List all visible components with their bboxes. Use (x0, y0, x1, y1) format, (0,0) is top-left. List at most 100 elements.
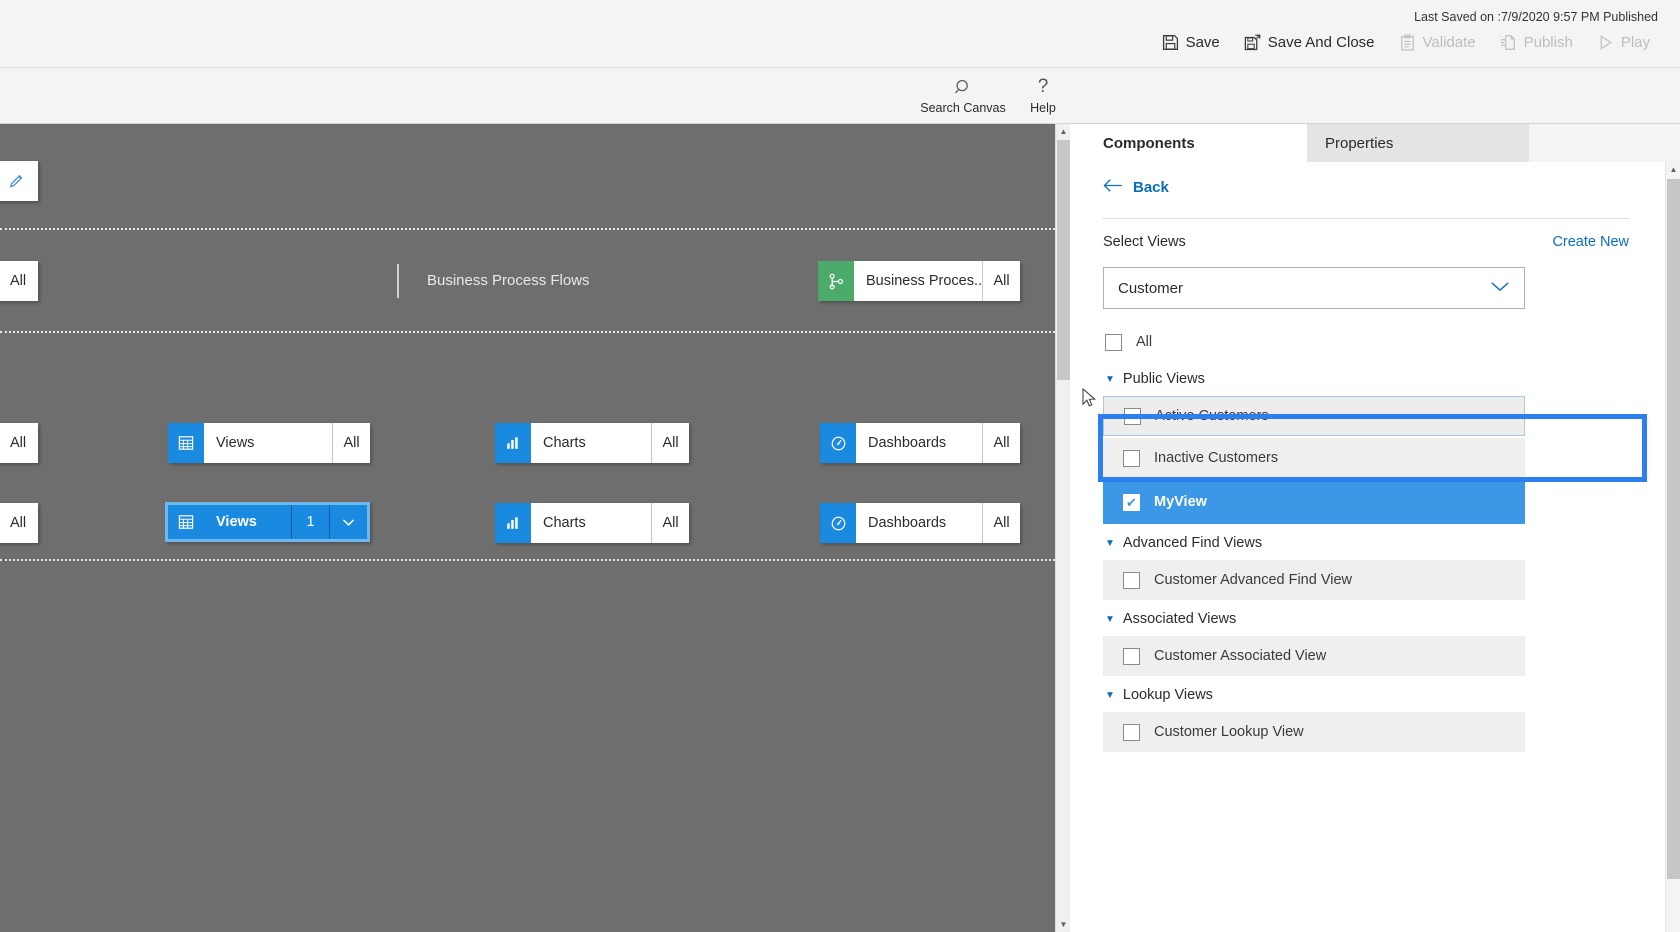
checkbox-icon[interactable] (1123, 647, 1140, 665)
tile-label: Dashboards (868, 515, 947, 531)
caret-down-icon: ▼ (1105, 613, 1115, 625)
back-button[interactable]: Back (1103, 178, 1169, 197)
play-button[interactable]: Play (1585, 30, 1662, 55)
top-command-bar: Last Saved on :7/9/2020 9:57 PM Publishe… (0, 0, 1680, 68)
scroll-up-icon[interactable]: ▲ (1056, 124, 1070, 139)
canvas-row-stub-entities[interactable]: All (0, 423, 38, 463)
validate-button[interactable]: Validate (1387, 30, 1488, 55)
entity-select-dropdown[interactable]: Customer (1103, 267, 1525, 309)
tile-label: Views (216, 435, 255, 451)
tile-count: All (982, 261, 1020, 301)
validate-label: Validate (1422, 34, 1476, 51)
tab-properties[interactable]: Properties (1307, 124, 1529, 162)
help-label: Help (1030, 101, 1056, 115)
canvas-tile-business-process-flows[interactable]: Business Proces... All (818, 261, 1020, 301)
bpf-icon (818, 261, 854, 301)
views-list: All ▼ Public Views Active Customers Inac… (1103, 322, 1525, 754)
group-header-advanced-find-views[interactable]: ▼ Advanced Find Views (1103, 526, 1525, 560)
chevron-down-icon[interactable] (329, 505, 367, 539)
list-item[interactable]: Active Customers (1103, 396, 1525, 436)
scroll-up-icon[interactable]: ▲ (1666, 162, 1680, 177)
canvas-tile-charts-row2[interactable]: Charts All (495, 503, 689, 543)
help-icon: ? (1037, 76, 1049, 97)
pencil-icon (2, 161, 38, 201)
canvas-tile-charts-row1[interactable]: Charts All (495, 423, 689, 463)
scrollbar-thumb[interactable] (1057, 140, 1070, 380)
list-item[interactable]: Customer Lookup View (1103, 712, 1525, 752)
canvas-divider (0, 559, 1055, 561)
tab-properties-label: Properties (1325, 134, 1394, 152)
validate-icon (1399, 34, 1416, 51)
tile-count: All (332, 423, 370, 463)
dashboard-gauge-icon (820, 423, 856, 463)
publish-icon (1500, 34, 1517, 51)
group-title: Advanced Find Views (1122, 535, 1263, 551)
checkbox-icon[interactable] (1105, 333, 1122, 351)
tab-components-label: Components (1103, 134, 1195, 152)
checkbox-icon[interactable] (1123, 723, 1140, 741)
last-saved-status: Last Saved on :7/9/2020 9:57 PM Publishe… (1414, 10, 1658, 24)
all-views-checkbox-row[interactable]: All (1103, 322, 1525, 362)
group-title: Lookup Views (1122, 687, 1213, 703)
canvas-tile-views-row1[interactable]: Views All (168, 423, 370, 463)
tile-count: All (651, 423, 689, 463)
panel-body: Back Select Views Create New Customer Al… (1085, 162, 1665, 932)
list-item-label: Active Customers (1155, 408, 1269, 424)
canvas-tile-dashboards-row2[interactable]: Dashboards All (820, 503, 1020, 543)
caret-down-icon: ▼ (1105, 537, 1115, 549)
create-new-link[interactable]: Create New (1552, 234, 1629, 250)
list-item-label: Customer Lookup View (1154, 724, 1304, 740)
group-header-associated-views[interactable]: ▼ Associated Views (1103, 602, 1525, 636)
caret-down-icon: ▼ (1105, 689, 1115, 701)
canvas-section-label: Business Process Flows (427, 272, 590, 289)
canvas-row-stub-entities-2[interactable]: All (0, 503, 38, 543)
canvas-row-stub-bpf[interactable]: All (0, 261, 38, 301)
save-button[interactable]: Save (1150, 30, 1232, 55)
checkbox-icon[interactable] (1123, 449, 1140, 467)
list-item-myview[interactable]: MyView (1103, 480, 1525, 524)
panel-vertical-scrollbar[interactable]: ▲ (1665, 162, 1680, 932)
scrollbar-thumb[interactable] (1667, 179, 1680, 879)
tab-components[interactable]: Components (1085, 124, 1307, 162)
list-item[interactable]: Customer Advanced Find View (1103, 560, 1525, 600)
row-stub-label: All (10, 435, 27, 451)
list-item-label: Inactive Customers (1154, 450, 1279, 466)
group-title: Associated Views (1122, 611, 1237, 627)
save-label: Save (1185, 34, 1220, 51)
help-button[interactable]: ? Help (988, 75, 1098, 115)
play-icon (1597, 34, 1614, 51)
list-item[interactable]: Inactive Customers (1103, 438, 1525, 478)
checkbox-icon[interactable] (1123, 571, 1140, 589)
list-item-label: MyView (1154, 494, 1207, 510)
app-designer-canvas[interactable]: All Business Process Flows Business Proc… (0, 124, 1070, 932)
row-stub-label: All (10, 273, 27, 289)
checkbox-icon[interactable] (1123, 493, 1140, 511)
group-header-public-views[interactable]: ▼ Public Views (1103, 362, 1525, 396)
checkbox-icon[interactable] (1124, 407, 1141, 425)
list-item[interactable]: Customer Associated View (1103, 636, 1525, 676)
canvas-edit-tile[interactable] (0, 161, 38, 201)
select-views-label: Select Views (1103, 234, 1186, 250)
publish-label: Publish (1523, 34, 1573, 51)
tile-label: Dashboards (868, 435, 947, 451)
dashboard-gauge-icon (820, 503, 856, 543)
publish-button[interactable]: Publish (1488, 30, 1585, 55)
tile-count: 1 (291, 505, 329, 539)
panel-divider (1103, 218, 1629, 219)
canvas-vertical-scrollbar[interactable]: ▲ ▼ (1055, 124, 1070, 932)
scroll-down-icon[interactable]: ▼ (1056, 917, 1070, 932)
canvas-tile-views-selected[interactable]: Views 1 (165, 502, 370, 542)
group-header-lookup-views[interactable]: ▼ Lookup Views (1103, 678, 1525, 712)
tile-count: All (982, 423, 1020, 463)
save-and-close-button[interactable]: Save And Close (1232, 30, 1387, 55)
canvas-tile-dashboards-row1[interactable]: Dashboards All (820, 423, 1020, 463)
tile-count: All (982, 503, 1020, 543)
group-title: Public Views (1122, 371, 1205, 387)
canvas-toolbar: Search Canvas ? Help (0, 68, 1680, 124)
tile-label: Charts (543, 515, 586, 531)
caret-down-icon: ▼ (1105, 373, 1115, 385)
canvas-divider (0, 331, 1055, 333)
chart-bar-icon (495, 423, 531, 463)
arrow-left-icon (1103, 178, 1123, 197)
save-and-close-icon (1244, 34, 1261, 51)
